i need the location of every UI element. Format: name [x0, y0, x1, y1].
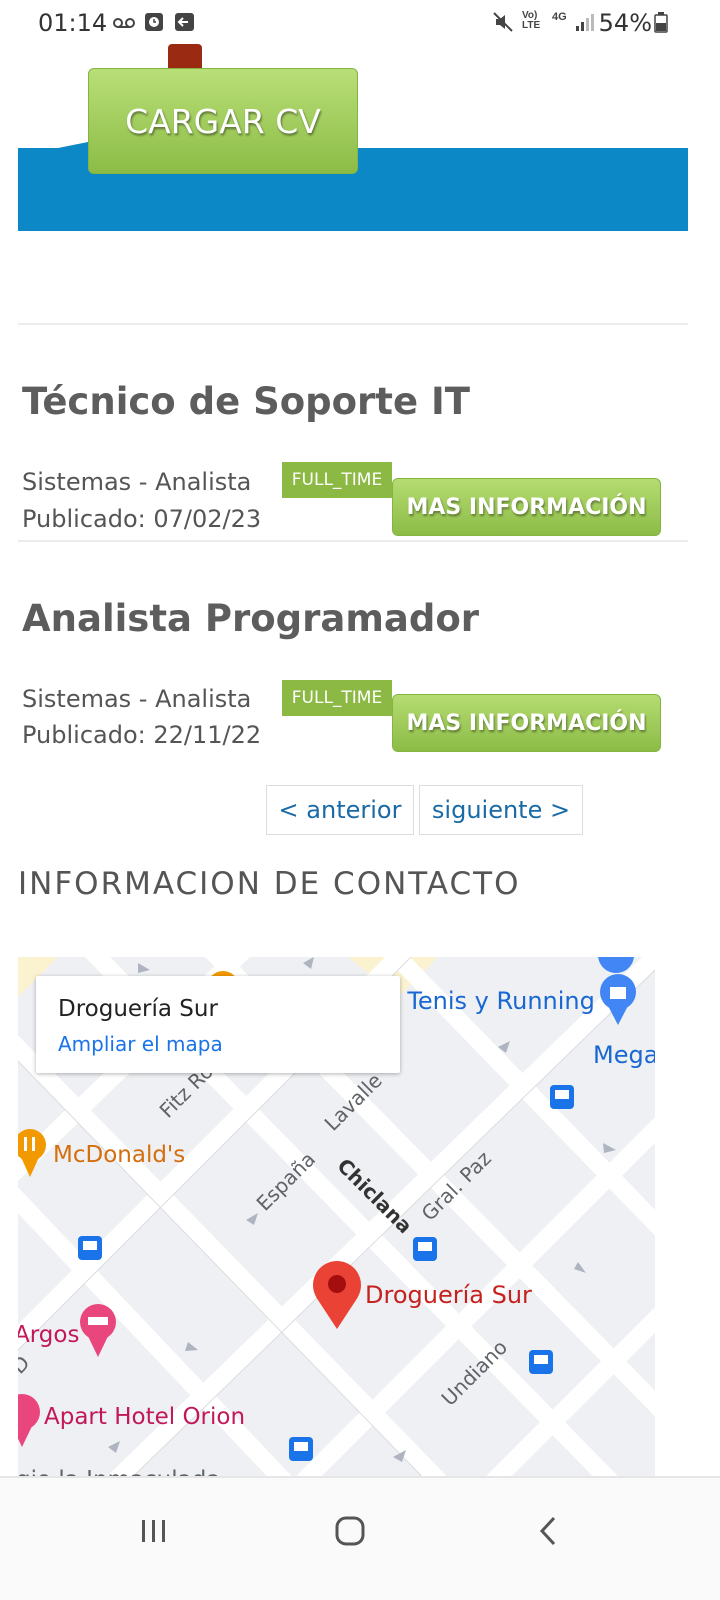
status-time: 01:14 — [38, 9, 108, 37]
next-page-button[interactable]: siguiente > — [419, 785, 583, 835]
job-category: Sistemas - Analista — [22, 468, 252, 496]
map-place-title: Droguería Sur — [58, 996, 218, 1022]
bus-stop-icon[interactable] — [78, 1236, 102, 1260]
exit-icon — [174, 10, 196, 34]
job-type-badge: FULL_TIME — [282, 462, 392, 498]
voicemail-icon — [112, 10, 136, 34]
job-type-badge: FULL_TIME — [282, 680, 392, 716]
signal-icon — [574, 10, 596, 34]
4g-icon: 4G — [552, 11, 567, 23]
place-label-argos[interactable]: Argos — [18, 1322, 79, 1348]
job-category: Sistemas - Analista — [22, 685, 252, 713]
divider — [18, 540, 688, 542]
status-bar: 01:14 Vo) LTE 4G 54% — [0, 0, 720, 44]
upload-cv-button[interactable]: CARGAR CV — [88, 68, 358, 174]
previous-page-button[interactable]: < anterior — [266, 785, 414, 835]
back-icon[interactable] — [518, 1506, 578, 1556]
more-info-button[interactable]: MAS INFORMACIÓN — [392, 478, 661, 536]
mute-icon — [492, 10, 514, 34]
bus-stop-icon[interactable] — [289, 1437, 313, 1461]
battery-percent: 54% — [598, 9, 652, 37]
navigation-bar — [0, 1476, 720, 1600]
battery-icon — [654, 10, 668, 34]
map-info-card: Droguería Sur Ampliar el mapa — [36, 976, 400, 1073]
job-title: Técnico de Soporte IT — [22, 380, 470, 423]
volte-icon: Vo) LTE — [522, 10, 541, 31]
bus-stop-icon[interactable] — [413, 1237, 437, 1261]
more-info-button[interactable]: MAS INFORMACIÓN — [392, 694, 661, 752]
hero-image-fragment — [168, 44, 202, 68]
contact-heading: INFORMACION DE CONTACTO — [18, 866, 521, 902]
bus-stop-icon[interactable] — [529, 1350, 553, 1374]
job-published-date: Publicado: 07/02/23 — [22, 505, 262, 533]
divider — [18, 323, 688, 325]
recents-icon[interactable] — [124, 1506, 184, 1556]
home-icon[interactable] — [320, 1506, 380, 1556]
place-label-apart-hotel[interactable]: Apart Hotel Orion — [44, 1404, 245, 1430]
enlarge-map-link[interactable]: Ampliar el mapa — [58, 1032, 223, 1056]
pin-label[interactable]: Droguería Sur — [365, 1281, 532, 1309]
bus-stop-icon[interactable] — [550, 1085, 574, 1109]
place-label-mcdonalds[interactable]: McDonald's — [53, 1142, 185, 1168]
job-published-date: Publicado: 22/11/22 — [22, 721, 262, 749]
place-label-tenis[interactable]: o Tenis y Running — [385, 987, 595, 1015]
job-title: Analista Programador — [22, 597, 480, 640]
alarm-icon — [144, 10, 164, 34]
place-label-mega[interactable]: Mega — [593, 1041, 655, 1069]
